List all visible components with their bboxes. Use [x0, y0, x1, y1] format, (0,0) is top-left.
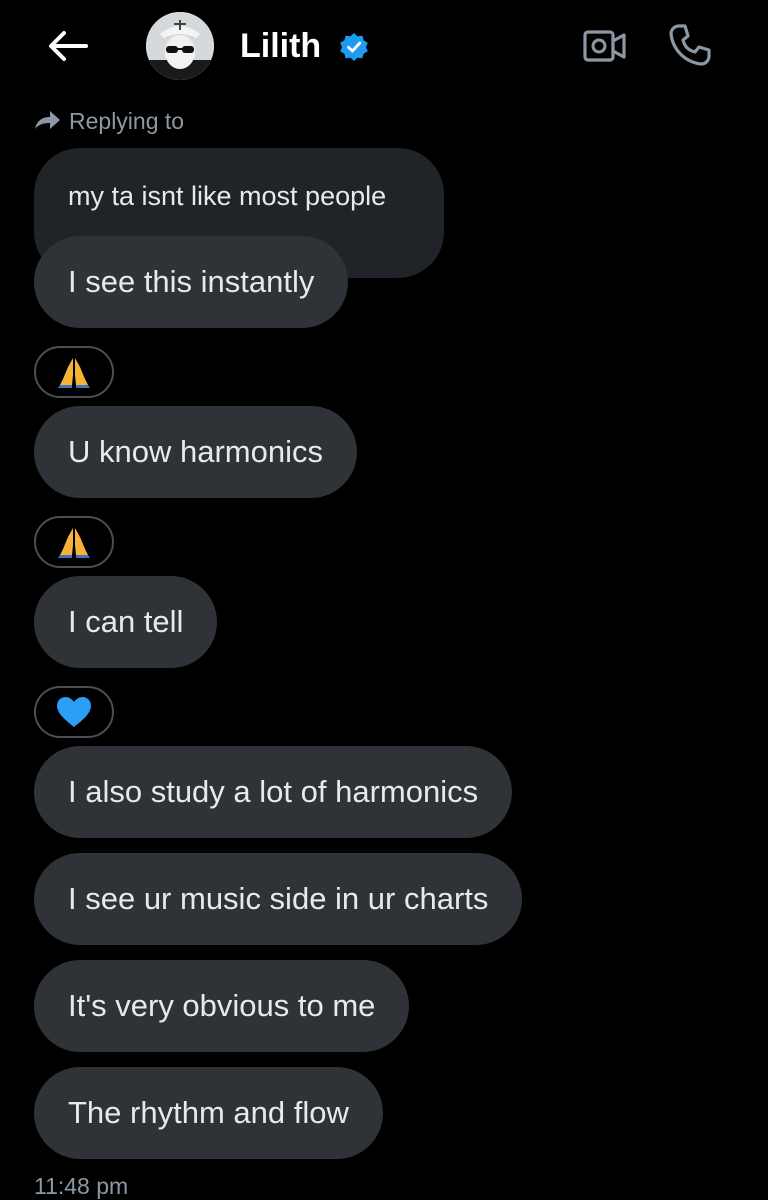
- message-bubble[interactable]: I also study a lot of harmonics: [34, 746, 513, 838]
- reply-arrow-icon: [35, 111, 60, 129]
- voice-call-button[interactable]: [664, 20, 716, 70]
- quoted-message-text: my ta isnt like most people: [68, 181, 387, 211]
- verified-badge-icon: [340, 33, 368, 61]
- video-call-button[interactable]: [580, 24, 630, 68]
- message-text: U know harmonics: [68, 434, 323, 469]
- message-text: It's very obvious to me: [68, 988, 376, 1023]
- message-timestamp: 11:48 pm: [34, 1173, 129, 1199]
- message-text: The rhythm and flow: [68, 1095, 349, 1130]
- arrow-left-icon: [49, 31, 88, 61]
- phone-icon: [669, 24, 711, 66]
- message-bubble[interactable]: I see this instantly: [34, 236, 349, 328]
- message-bubble[interactable]: The rhythm and flow: [34, 1067, 383, 1159]
- contact-name[interactable]: Lilith: [240, 24, 321, 68]
- avatar-image: [146, 12, 214, 80]
- replying-to-indicator: Replying to: [33, 106, 184, 136]
- video-camera-icon: [583, 30, 626, 62]
- avatar[interactable]: [146, 12, 214, 80]
- chat-header: Lilith: [0, 0, 768, 96]
- message-bubble[interactable]: I can tell: [34, 576, 218, 668]
- message-text: I can tell: [68, 604, 184, 639]
- folded-hands-emoji: [58, 528, 90, 558]
- reaction-badge[interactable]: [34, 516, 114, 568]
- replying-to-label: Replying to: [69, 107, 185, 134]
- folded-hands-emoji: [58, 358, 90, 388]
- blue-heart-emoji: [57, 697, 91, 727]
- reaction-badge[interactable]: [34, 686, 114, 738]
- message-text: I see this instantly: [68, 264, 315, 299]
- message-bubble[interactable]: I see ur music side in ur charts: [34, 853, 523, 945]
- message-bubble[interactable]: U know harmonics: [34, 406, 357, 498]
- back-button[interactable]: [44, 24, 92, 68]
- message-text: I see ur music side in ur charts: [68, 881, 489, 916]
- message-bubble[interactable]: It's very obvious to me: [34, 960, 410, 1052]
- message-text: I also study a lot of harmonics: [68, 774, 479, 809]
- reaction-badge[interactable]: [34, 346, 114, 398]
